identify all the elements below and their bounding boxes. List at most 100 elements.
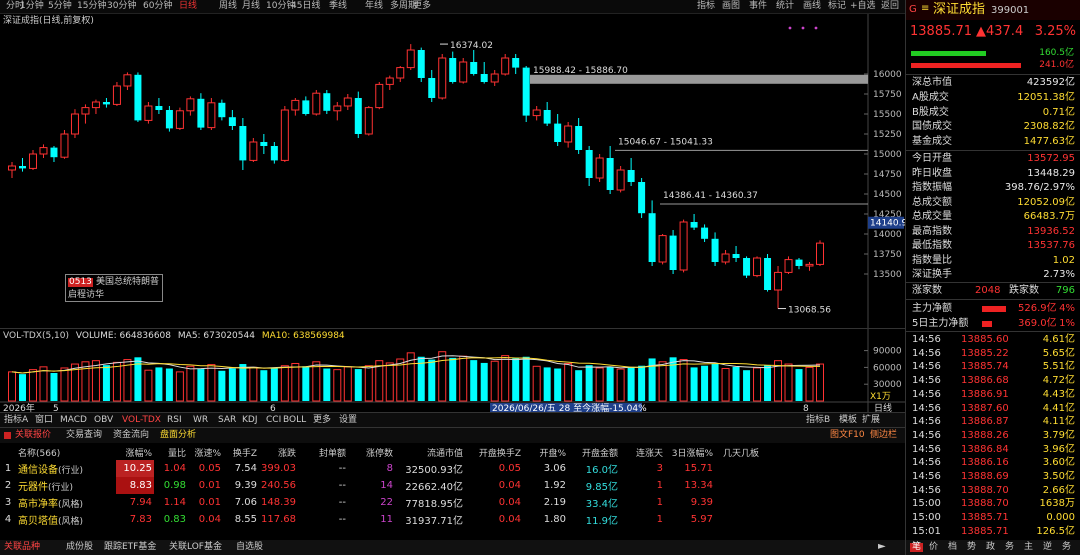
sector-tab-2[interactable]: 资金流向 [113, 431, 149, 440]
sector-tab-1[interactable]: 交易查询 [66, 431, 102, 440]
column-header[interactable]: 量比 [154, 445, 188, 460]
period-tab-5[interactable]: 60分钟 [143, 2, 172, 11]
table-cell: 0.04 [198, 514, 221, 525]
indicator-tab-9[interactable]: CCI [266, 416, 281, 425]
bottom-tab-4[interactable]: 自选股 [236, 543, 263, 552]
column-header[interactable]: 开盘% [523, 445, 568, 460]
table-cell: 1.04 [163, 463, 186, 474]
volume-bar [260, 370, 268, 401]
indicator-tab-6[interactable]: WR [193, 416, 208, 425]
stat-value: 13448.29 [1027, 167, 1075, 179]
sector-tab-0[interactable]: 关联报价 [15, 431, 51, 440]
table-cell: 0.05 [198, 463, 221, 474]
column-header[interactable]: 涨幅% [116, 445, 154, 460]
row-name-cell[interactable]: 通信设备(行业) [16, 460, 116, 477]
column-header[interactable]: 封单额 [298, 445, 348, 460]
period-tab-11[interactable]: 季线 [329, 2, 347, 11]
sidebar-tab-8[interactable]: 务 [1062, 543, 1071, 552]
toolbar-item-7[interactable]: 返回 [881, 2, 899, 11]
column-header[interactable]: 连涨天 [620, 445, 665, 460]
volume-bar [291, 362, 300, 402]
column-header[interactable]: 几天几板 [715, 445, 761, 460]
menu-icon[interactable]: ≡ [921, 4, 929, 14]
toolbar-item-2[interactable]: 事件 [749, 2, 767, 11]
period-tab-2[interactable]: 5分钟 [48, 2, 72, 11]
column-header[interactable]: 涨跌 [259, 445, 298, 460]
volume-bar [627, 367, 635, 401]
toolbar-item-4[interactable]: 画线 [803, 2, 821, 11]
stat-value: 12052.09亿 [1017, 196, 1075, 208]
column-header[interactable]: 流通市值 [395, 445, 465, 460]
column-header[interactable]: 涨停数 [348, 445, 395, 460]
group-badge[interactable]: G [909, 5, 917, 15]
indicator-tab-12[interactable]: 设置 [339, 416, 357, 425]
row-name-cell[interactable]: 高贝塔值(风格) [16, 511, 116, 528]
indicator-tab-0[interactable]: 指标A [4, 416, 28, 425]
candle-body [532, 109, 541, 117]
indicator-tab-11[interactable]: 更多 [313, 416, 331, 425]
toolbar-item-6[interactable]: +自选 [850, 2, 876, 11]
volume-bar [554, 368, 562, 401]
indicator-right-2[interactable]: 扩展 [862, 416, 880, 425]
sidebar-tab-1[interactable]: 价 [929, 543, 938, 552]
bottom-tab-2[interactable]: 跟踪ETF基金 [104, 543, 156, 552]
period-tab-12[interactable]: 年线 [365, 2, 383, 11]
indicator-tab-7[interactable]: SAR [218, 416, 236, 425]
indicator-tab-8[interactable]: KDJ [242, 416, 258, 425]
period-tab-1[interactable]: 1分钟 [20, 2, 44, 11]
sidebar-tab-4[interactable]: 政 [986, 543, 995, 552]
table-cell: 9.39 [234, 480, 257, 491]
f10-button[interactable]: 图文F10 [830, 431, 865, 440]
column-header[interactable]: 换手Z [223, 445, 259, 460]
indicator-tab-3[interactable]: OBV [94, 416, 113, 425]
table-row[interactable]: 2 元器件(行业) 8.83 0.98 0.01 9.39 240.56 -- 14 22662.… [0, 477, 761, 494]
table-row[interactable]: 3 高市净率(风格) 7.94 1.14 0.01 7.06 148.39 -- 22 77818… [0, 494, 761, 511]
tick-price: 13886.84 [961, 443, 1009, 455]
period-tab-8[interactable]: 月线 [242, 2, 260, 11]
sidebar-tab-2[interactable]: 档 [948, 543, 957, 552]
indicator-tab-1[interactable]: 窗口 [35, 416, 53, 425]
news-line1: 美国总统特朗普 [96, 277, 160, 287]
indicator-tab-2[interactable]: MACD [60, 416, 87, 425]
table-row[interactable]: 4 高贝塔值(风格) 7.83 0.83 0.04 8.55 117.68 -- 11 31937… [0, 511, 761, 528]
sidebar-tab-3[interactable]: 势 [967, 543, 976, 552]
toolbar-item-3[interactable]: 统计 [776, 2, 794, 11]
toolbar-item-1[interactable]: 画图 [722, 2, 740, 11]
row-name-cell[interactable]: 高市净率(风格) [16, 494, 116, 511]
column-header[interactable]: 3日涨幅% [665, 445, 715, 460]
indicator-tab-4[interactable]: VOL-TDX [122, 416, 161, 425]
sidebar-tab-5[interactable]: 务 [1005, 543, 1014, 552]
sidebar-tab-7[interactable]: 逆 [1043, 543, 1052, 552]
tick-time: 14:56 [912, 334, 941, 345]
tick-price: 13885.71 [961, 512, 1009, 524]
sidebar-toggle[interactable]: 侧边栏 [870, 431, 897, 440]
toolbar-item-0[interactable]: 指标 [697, 2, 715, 11]
scroll-right-icon[interactable]: ► [878, 542, 886, 552]
column-header[interactable]: 开盘金额 [568, 445, 620, 460]
news-box[interactable]: 0513 美国总统特朗普 启程访华 [65, 274, 163, 302]
indicator-tab-5[interactable]: RSI [167, 416, 182, 425]
period-tab-4[interactable]: 30分钟 [107, 2, 136, 11]
sector-tab-3[interactable]: 盘面分析 [160, 431, 196, 440]
indicator-right-1[interactable]: 模板 [839, 416, 857, 425]
column-header[interactable]: 名称(566) [16, 445, 116, 460]
row-name-cell[interactable]: 元器件(行业) [16, 477, 116, 494]
bottom-tab-0[interactable]: 关联品种 [4, 543, 40, 552]
column-header[interactable]: 开盘换手Z [465, 445, 523, 460]
table-row[interactable]: 1 通信设备(行业) 10.25 1.04 0.05 7.54 399.03 -- 8 32500… [0, 460, 761, 477]
period-tab-14[interactable]: 更多 [413, 2, 431, 11]
sidebar-tab-6[interactable]: 主 [1024, 543, 1033, 552]
bottom-tab-3[interactable]: 关联LOF基金 [169, 543, 222, 552]
period-tab-6[interactable]: 日线 [179, 2, 197, 11]
column-header[interactable]: 涨速% [188, 445, 223, 460]
period-tab-10[interactable]: 45日线 [291, 2, 320, 11]
table-cell: -- [338, 497, 346, 508]
period-tab-7[interactable]: 周线 [219, 2, 237, 11]
sidebar-tab-0[interactable]: 笔 [910, 543, 924, 552]
indicator-tab-10[interactable]: BOLL [283, 416, 306, 425]
period-tab-3[interactable]: 15分钟 [77, 2, 106, 11]
volume-bar [354, 369, 362, 401]
indicator-right-0[interactable]: 指标B [806, 416, 830, 425]
toolbar-item-5[interactable]: 标记 [828, 2, 846, 11]
bottom-tab-1[interactable]: 成份股 [66, 543, 93, 552]
